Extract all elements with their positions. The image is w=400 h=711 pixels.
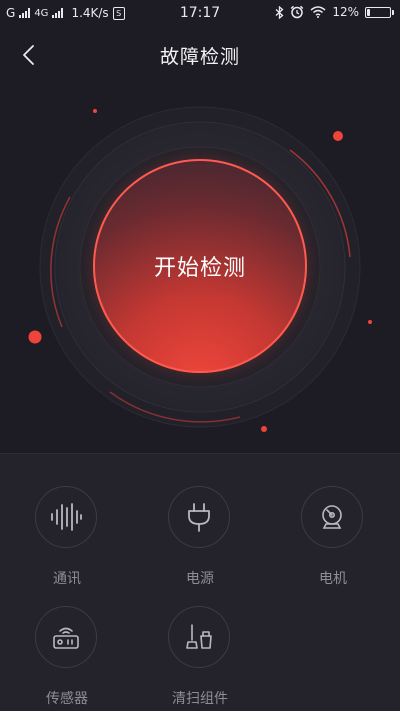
detection-hero: 开始检测 [0,82,400,452]
item-circle [168,606,230,668]
dot-1 [333,131,343,141]
plug-icon [188,503,210,532]
item-label: 传感器 [46,691,88,707]
item-circle [168,486,230,548]
motor-icon [322,505,342,529]
item-circle [35,486,97,548]
dot-5 [261,426,267,432]
start-detection-button[interactable]: 开始检测 [93,159,307,373]
back-button[interactable] [14,40,44,70]
header: 故障检测 [0,28,400,82]
item-cleaning-kit[interactable]: 清扫组件 [145,574,255,707]
item-communication[interactable]: 通讯 [12,454,122,587]
dot-3 [28,330,42,344]
alarm-icon [291,5,304,19]
sensor-icon [53,627,79,649]
chevron-left-icon [23,45,34,65]
cleaning-kit-icon [186,624,212,649]
battery-icon [365,6,394,18]
detection-items-grid: 通讯 电源 电机 传感器 清扫组件 [0,454,400,711]
bluetooth-icon [275,5,284,19]
wifi-icon [310,6,326,18]
dot-4 [368,320,372,324]
battery-percent: 12% [332,5,359,19]
start-detection-label: 开始检测 [153,256,246,281]
status-bar: G 4G 1.4K/s S 17:17 12% [0,0,400,28]
item-circle [301,486,363,548]
status-bar-right: 12% [275,5,394,19]
waveform-icon [51,503,82,531]
page-title: 故障检测 [159,46,240,68]
item-power[interactable]: 电源 [145,454,255,587]
item-label: 电机 [319,571,347,587]
item-circle [35,606,97,668]
fault-detection-screen: G 4G 1.4K/s S 17:17 12% 故障检测 开始检测 通讯 电源 … [0,0,400,711]
item-sensor[interactable]: 传感器 [12,574,122,707]
item-label: 清扫组件 [172,691,228,707]
dot-2 [93,109,97,113]
item-motor[interactable]: 电机 [278,454,388,587]
